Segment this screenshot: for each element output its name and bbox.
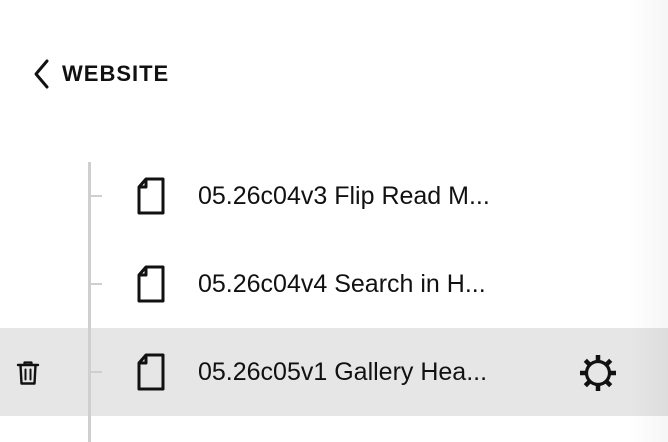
tree-branch-tick [91, 283, 102, 285]
trash-icon[interactable] [16, 360, 40, 386]
page-icon [136, 177, 166, 215]
page-icon [136, 353, 166, 391]
page-row[interactable]: 05.26c04v4 Search in H... [0, 240, 668, 328]
chevron-left-icon [32, 58, 52, 90]
page-icon [136, 265, 166, 303]
tree-connector-line [88, 162, 91, 442]
back-to-website-link[interactable]: WEBSITE [32, 56, 169, 92]
page-row-selected[interactable]: 05.26c05v1 Gallery Hea... [0, 328, 668, 416]
pages-panel: WEBSITE 05.26c04v3 Flip Read M... 05.26c… [0, 0, 668, 442]
page-title: 05.26c05v1 Gallery Hea... [198, 358, 488, 386]
page-title: 05.26c04v3 Flip Read M... [198, 182, 490, 210]
page-title: 05.26c04v4 Search in H... [198, 270, 486, 298]
tree-branch-tick [91, 371, 102, 373]
page-row[interactable]: 05.26c04v3 Flip Read M... [0, 152, 668, 240]
gear-icon[interactable] [578, 353, 618, 393]
back-link-label: WEBSITE [62, 61, 170, 86]
tree-branch-tick [91, 195, 102, 197]
